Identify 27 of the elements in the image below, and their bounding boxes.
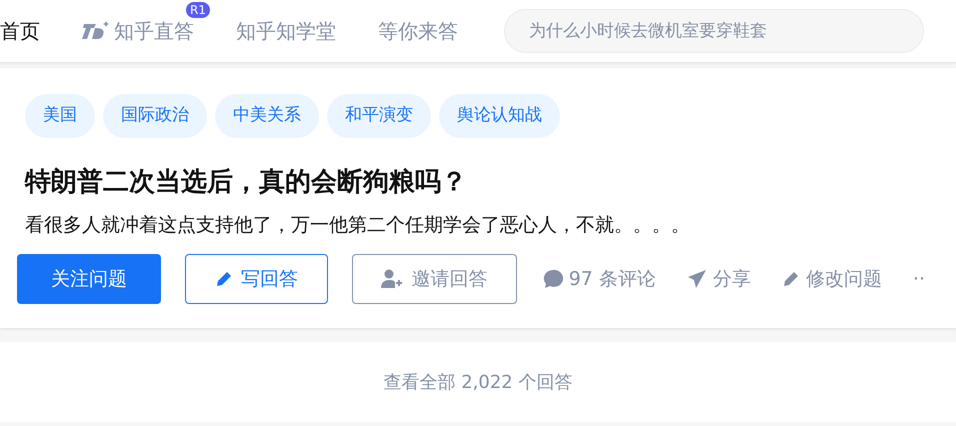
- invite-button[interactable]: 邀请回答: [352, 254, 517, 304]
- topic-tag[interactable]: 国际政治: [103, 94, 207, 138]
- new-badge: R1: [186, 2, 210, 18]
- topic-tag[interactable]: 舆论认知战: [439, 94, 560, 138]
- question-title: 特朗普二次当选后，真的会断狗粮吗？: [24, 166, 468, 199]
- nav-tab[interactable]: 知乎知学堂: [236, 16, 336, 46]
- write-answer-button[interactable]: 写回答: [184, 254, 328, 304]
- view-all-answers-link[interactable]: 查看全部 2,022 个回答: [384, 368, 572, 396]
- nav-tab[interactable]: 知乎直答: [82, 16, 194, 46]
- ai-logo-icon: [82, 21, 110, 41]
- add-person-icon: [381, 269, 404, 289]
- nav-tab[interactable]: 等你来答: [378, 16, 458, 46]
- search-field[interactable]: 为什么小时候去微机室要穿鞋套: [504, 9, 924, 53]
- topic-tag[interactable]: 和平演变: [327, 94, 431, 138]
- paper-plane-icon: [686, 269, 707, 289]
- edit-question-button[interactable]: 修改问题: [782, 264, 882, 294]
- pencil-icon: [214, 270, 233, 288]
- comment-icon: [542, 269, 563, 289]
- topic-tag[interactable]: 美国: [25, 94, 95, 138]
- nav-tab[interactable]: 首页: [0, 16, 40, 46]
- more-button[interactable]: ··: [912, 264, 926, 294]
- follow-button[interactable]: 关注问题: [17, 254, 161, 304]
- comments-button[interactable]: 97 条评论: [542, 264, 656, 294]
- topic-tag[interactable]: 中美关系: [215, 94, 319, 138]
- share-button[interactable]: 分享: [686, 264, 751, 294]
- question-detail: 看很多人就冲着这点支持他了，万一他第二个任期学会了恶心人，不就。。。。: [24, 213, 691, 238]
- pencil-icon: [782, 270, 800, 288]
